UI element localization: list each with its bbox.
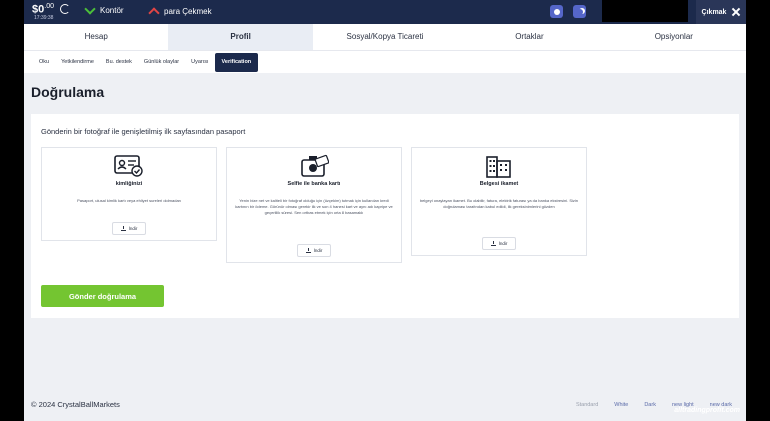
- logout-button[interactable]: Çıkmak: [696, 0, 746, 24]
- withdraw-label: para Çekmek: [164, 7, 212, 16]
- chevron-up-icon: [148, 7, 160, 19]
- subtab-destek[interactable]: Bu. destek: [100, 53, 138, 72]
- light-theme-button[interactable]: [550, 5, 563, 18]
- document-description: belgeyi onaylayan ikamet. Bu olabilir, f…: [419, 198, 579, 209]
- card-subtitle: Gönderin bir fotoğraf ile genişletilmiş …: [41, 127, 246, 136]
- page-title: Doğrulama: [31, 84, 105, 100]
- upload-label: İndir: [128, 226, 138, 231]
- theme-dark[interactable]: Dark: [644, 402, 656, 408]
- subtab-oku[interactable]: Oku: [33, 53, 55, 72]
- redacted-area: [602, 0, 688, 22]
- withdraw-button[interactable]: para Çekmek: [148, 6, 212, 19]
- tab-hesap[interactable]: Hesap: [24, 24, 168, 50]
- tab-ortaklar[interactable]: Ortaklar: [457, 24, 601, 50]
- submit-verification-button[interactable]: Gönder doğrulama: [41, 285, 164, 307]
- document-title: kimliğinizi: [115, 181, 143, 187]
- main-tabs: Hesap Profil Sosyal/Kopya Ticareti Ortak…: [24, 24, 746, 50]
- building-icon: [486, 156, 511, 178]
- close-icon: [732, 8, 740, 16]
- dark-theme-button[interactable]: [573, 5, 586, 18]
- top-bar: $0.00 17:39:38 Kontör para Çekmek Çıkmak: [24, 0, 746, 24]
- footer-copyright: © 2024 CrystalBallMarkets: [31, 400, 120, 409]
- sun-icon: [553, 8, 560, 15]
- refresh-icon[interactable]: [60, 4, 70, 14]
- document-description: Pasaport, ulusal kimlik kartı veya ehliy…: [77, 198, 181, 203]
- tab-sosyal[interactable]: Sosyal/Kopya Ticareti: [313, 24, 457, 50]
- logout-label: Çıkmak: [701, 8, 727, 16]
- subtab-verification[interactable]: Verification: [214, 52, 259, 72]
- subtab-uyarisi[interactable]: Uyarısı: [185, 53, 214, 72]
- upload-label: İndir: [313, 248, 323, 253]
- deposit-label: Kontör: [100, 6, 124, 15]
- theme-white[interactable]: White: [614, 402, 628, 408]
- document-title: Belgesi ikamet: [479, 181, 519, 187]
- selfie-card-icon: [301, 154, 329, 177]
- balance-main: $0: [32, 3, 45, 16]
- download-icon: [305, 248, 311, 253]
- chevron-down-icon: [84, 2, 96, 15]
- clock: 17:39:38: [34, 15, 54, 21]
- watermark: alltradingprofit.com: [674, 407, 740, 414]
- deposit-button[interactable]: Kontör: [84, 2, 124, 15]
- theme-standard[interactable]: Standard: [576, 402, 598, 408]
- moon-icon: [577, 9, 583, 15]
- app-frame: $0.00 17:39:38 Kontör para Çekmek Çıkmak…: [24, 0, 746, 421]
- tab-opsiyonlar[interactable]: Opsiyonlar: [602, 24, 746, 50]
- tab-profil[interactable]: Profil: [168, 24, 313, 50]
- upload-label: İndir: [498, 241, 508, 246]
- subtab-gunluk-olaylar[interactable]: Günlük olaylar: [138, 53, 185, 72]
- verification-card: Gönderin bir fotoğraf ile genişletilmiş …: [31, 114, 739, 318]
- document-id-card: kimliğinizi Pasaport, ulusal kimlik kart…: [41, 147, 217, 241]
- balance-cents: .00: [44, 3, 54, 10]
- document-residence: Belgesi ikamet belgeyi onaylayan ikamet.…: [411, 147, 587, 256]
- upload-button-selfie[interactable]: İndir: [297, 244, 331, 257]
- sub-tabs: Oku Yetkilendirme Bu. destek Günlük olay…: [24, 50, 746, 73]
- upload-button-id[interactable]: İndir: [112, 222, 146, 235]
- document-title: Selfie ile banka kartı: [287, 181, 341, 187]
- document-description: Yenin bize net ve kaliteli bir fotoğraf …: [235, 198, 393, 215]
- balance[interactable]: $0.00: [32, 3, 54, 16]
- subtab-yetkilendirme[interactable]: Yetkilendirme: [55, 53, 100, 72]
- download-icon: [490, 241, 496, 246]
- id-card-icon: [114, 155, 143, 177]
- document-selfie-card: Selfie ile banka kartı Yenin bize net ve…: [226, 147, 402, 263]
- download-icon: [120, 226, 126, 231]
- upload-button-residence[interactable]: İndir: [482, 237, 516, 250]
